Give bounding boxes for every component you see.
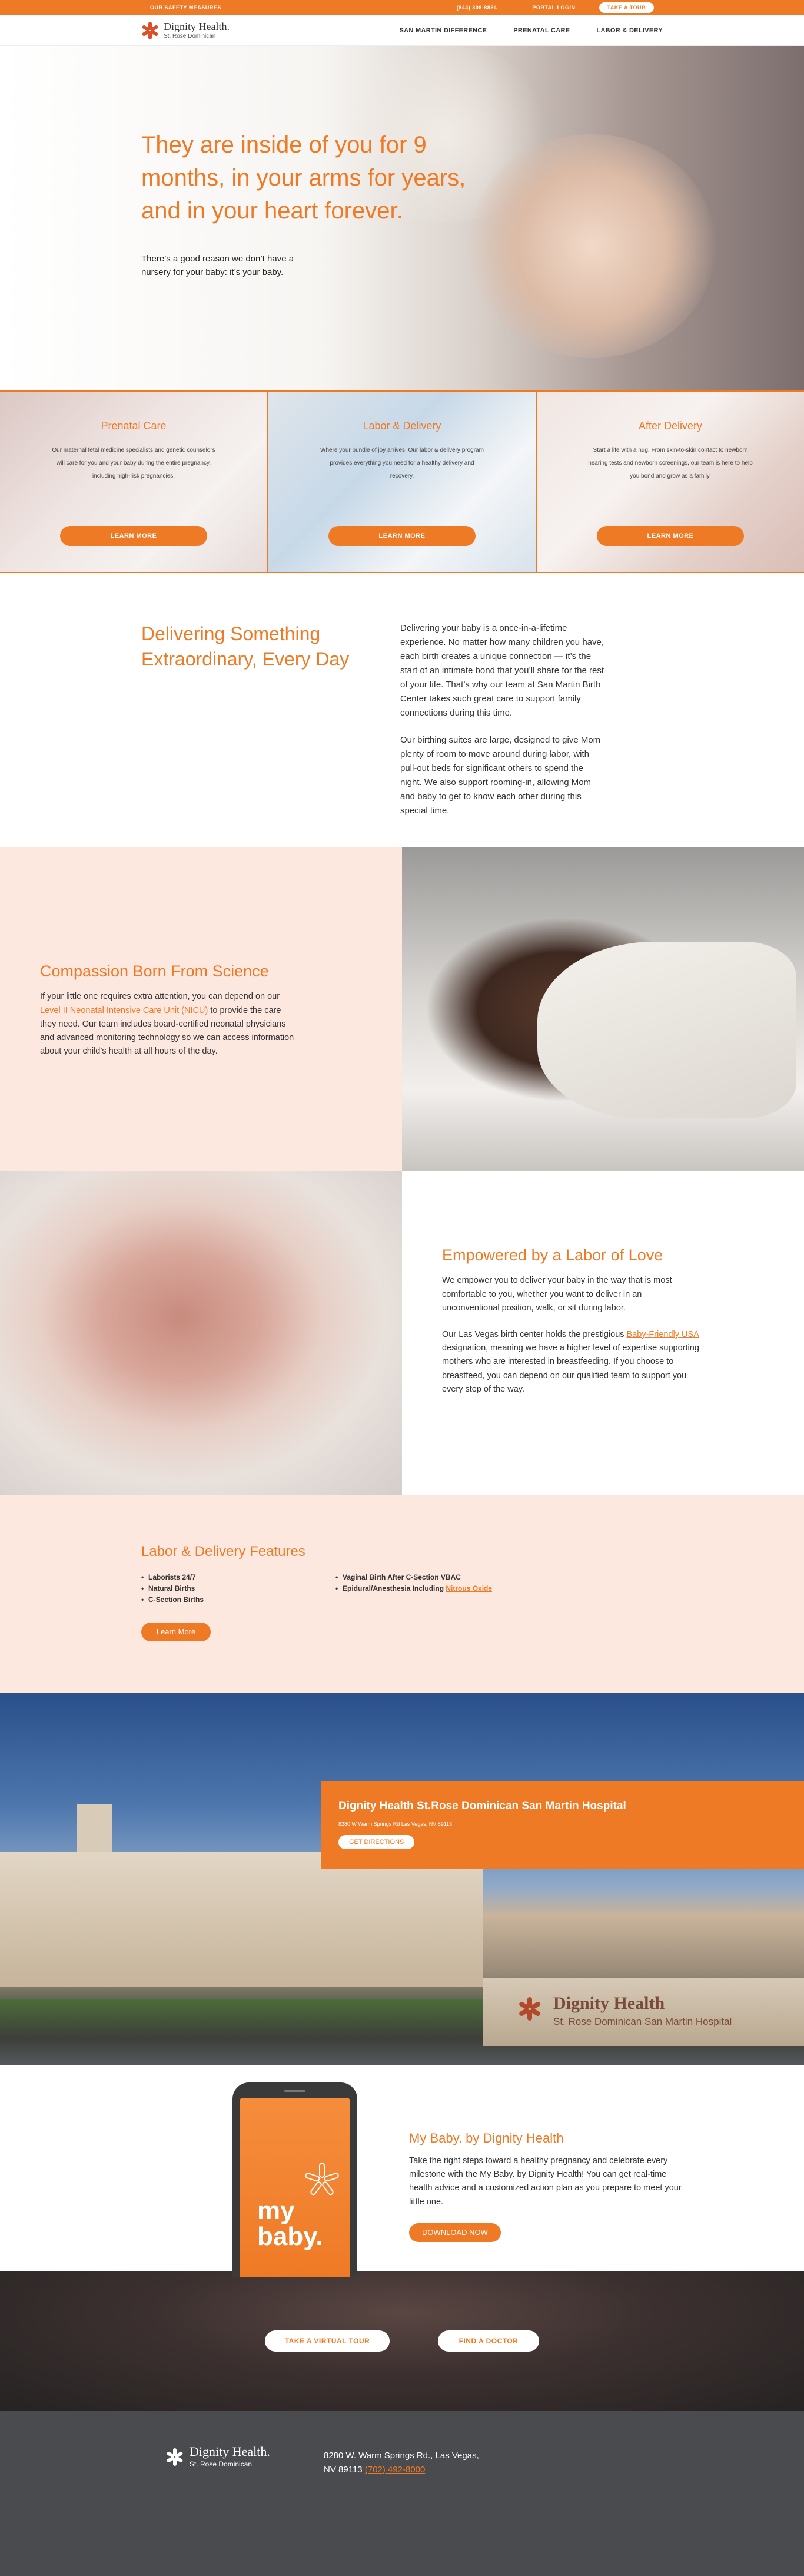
cta-strip: TAKE A VIRTUAL TOUR FIND A DOCTOR [0,2271,804,2411]
list-item: Natural Births [141,1583,335,1594]
safety-measures-link[interactable]: OUR SAFETY MEASURES [150,5,221,11]
card-labor-delivery: Labor & Delivery Where your bundle of jo… [268,392,537,572]
find-a-doctor-button[interactable]: FIND A DOCTOR [438,2330,539,2352]
features-title: Labor & Delivery Features [141,1544,305,1559]
phone-mockup: my baby. [232,2082,357,2277]
compassion-paragraph: If your little one requires extra attent… [40,992,294,1057]
service-cards: Prenatal Care Our maternal fetal medicin… [0,390,804,573]
empowered-title: Empowered by a Labor of Love [442,1246,663,1264]
hero-subtext: There’s a good reason we don’t have a nu… [141,254,294,278]
main-nav: Dignity Health. St. Rose Dominican SAN M… [0,15,804,46]
footer-logo[interactable]: Dignity Health. St. Rose Dominican [166,2445,270,2468]
dignity-flower-icon [141,21,159,39]
dignity-flower-icon [518,1997,541,2021]
features-learn-more-button[interactable]: Learn More [141,1622,211,1641]
hospital-address: 8280 W Warm Springs Rd Las Vegas, NV 891… [338,1821,453,1827]
learn-more-button[interactable]: LEARN MORE [328,526,476,546]
empowered-paragraph-2: Our Las Vegas birth center holds the pre… [442,1330,699,1394]
logo-sub: St. Rose Dominican [164,33,216,39]
logo[interactable]: Dignity Health. St. Rose Dominican [141,21,230,39]
download-now-button[interactable]: DOWNLOAD NOW [409,2223,501,2242]
hospital-title: Dignity Health St.Rose Dominican San Mar… [338,1800,626,1812]
card-prenatal-care: Prenatal Care Our maternal fetal medicin… [0,392,268,572]
hospital-section: Dignity Health St.Rose Dominican San Mar… [0,1693,804,2065]
sleeping-baby-photo [402,847,804,1171]
baby-friendly-link[interactable]: Baby-Friendly USA [627,1330,699,1339]
features-section: Labor & Delivery Features Laborists 24/7… [0,1495,804,1693]
nav-san-martin-difference[interactable]: SAN MARTIN DIFFERENCE [400,27,487,34]
hospital-sign: Dignity Health St. Rose Dominican San Ma… [483,1978,804,2046]
footer-address: 8280 W. Warm Springs Rd., Las Vegas, NV … [324,2451,479,2475]
virtual-tour-button[interactable]: TAKE A VIRTUAL TOUR [265,2330,390,2352]
empowered-section: Empowered by a Labor of Love We empower … [0,1171,804,1495]
delivering-section: Delivering Something Extraordinary, Ever… [0,573,804,847]
card-text: Start a life with a hug. From skin-to-sk… [588,447,753,479]
card-title: Prenatal Care [101,420,167,432]
delivering-paragraph-1: Delivering your baby is a once-in-a-life… [400,623,604,718]
compassion-section: Compassion Born From Science If your lit… [0,847,804,1171]
features-list-2: Vaginal Birth After C-Section VBAC Epidu… [335,1572,530,1606]
list-item: C-Section Births [141,1594,335,1605]
my-baby-title: My Baby. by Dignity Health [409,2131,564,2145]
features-list-1: Laborists 24/7 Natural Births C-Section … [141,1572,335,1606]
top-bar: OUR SAFETY MEASURES (844) 308-8834 PORTA… [0,0,804,15]
hero-headline: They are inside of you for 9 months, in … [141,132,466,224]
card-after-delivery: After Delivery Start a life with a hug. … [537,392,804,572]
compassion-title: Compassion Born From Science [40,962,269,980]
empowered-paragraph-1: We empower you to deliver your baby in t… [442,1276,672,1313]
learn-more-button[interactable]: LEARN MORE [597,526,744,546]
card-title: After Delivery [638,420,703,432]
nav-prenatal-care[interactable]: PRENATAL CARE [513,27,570,34]
card-title: Labor & Delivery [363,420,441,432]
card-text: Where your bundle of joy arrives. Our la… [320,447,484,479]
flower-icon [304,2163,340,2198]
my-baby-screen-text: my baby. [257,2196,323,2251]
nav-labor-delivery[interactable]: LABOR & DELIVERY [596,27,663,34]
footer-phone-link[interactable]: (702) 492-8000 [365,2465,426,2475]
portal-login-link[interactable]: PORTAL LOGIN [532,5,575,11]
learn-more-button[interactable]: LEARN MORE [60,526,207,546]
my-baby-text: Take the right steps toward a healthy pr… [409,2156,682,2207]
hero: They are inside of you for 9 months, in … [0,46,804,390]
get-directions-button[interactable]: GET DIRECTIONS [338,1835,415,1849]
nitrous-oxide-link[interactable]: Nitrous Oxide [446,1584,492,1592]
delivering-title: Delivering Something Extraordinary, Ever… [141,623,350,670]
hospital-info-box: Dignity Health St.Rose Dominican San Mar… [321,1781,804,1869]
baby-feet-photo [0,1171,402,1495]
nicu-link[interactable]: Level II Neonatal Intensive Care Unit (N… [40,1006,208,1015]
dignity-flower-icon [166,2448,184,2466]
card-text: Our maternal fetal medicine specialists … [52,447,215,479]
list-item: Epidural/Anesthesia Including Nitrous Ox… [335,1583,530,1594]
list-item: Laborists 24/7 [141,1572,335,1583]
footer: Dignity Health. St. Rose Dominican 8280 … [0,2411,804,2576]
phone-link[interactable]: (844) 308-8834 [457,5,497,11]
my-baby-app-section: my baby. My Baby. by Dignity Health Take… [0,2065,804,2277]
delivering-paragraph-2: Our birthing suites are large, designed … [400,735,601,816]
list-item: Vaginal Birth After C-Section VBAC [335,1572,530,1583]
take-a-tour-button[interactable]: TAKE A TOUR [599,2,654,13]
logo-name: Dignity Health. [164,21,230,32]
